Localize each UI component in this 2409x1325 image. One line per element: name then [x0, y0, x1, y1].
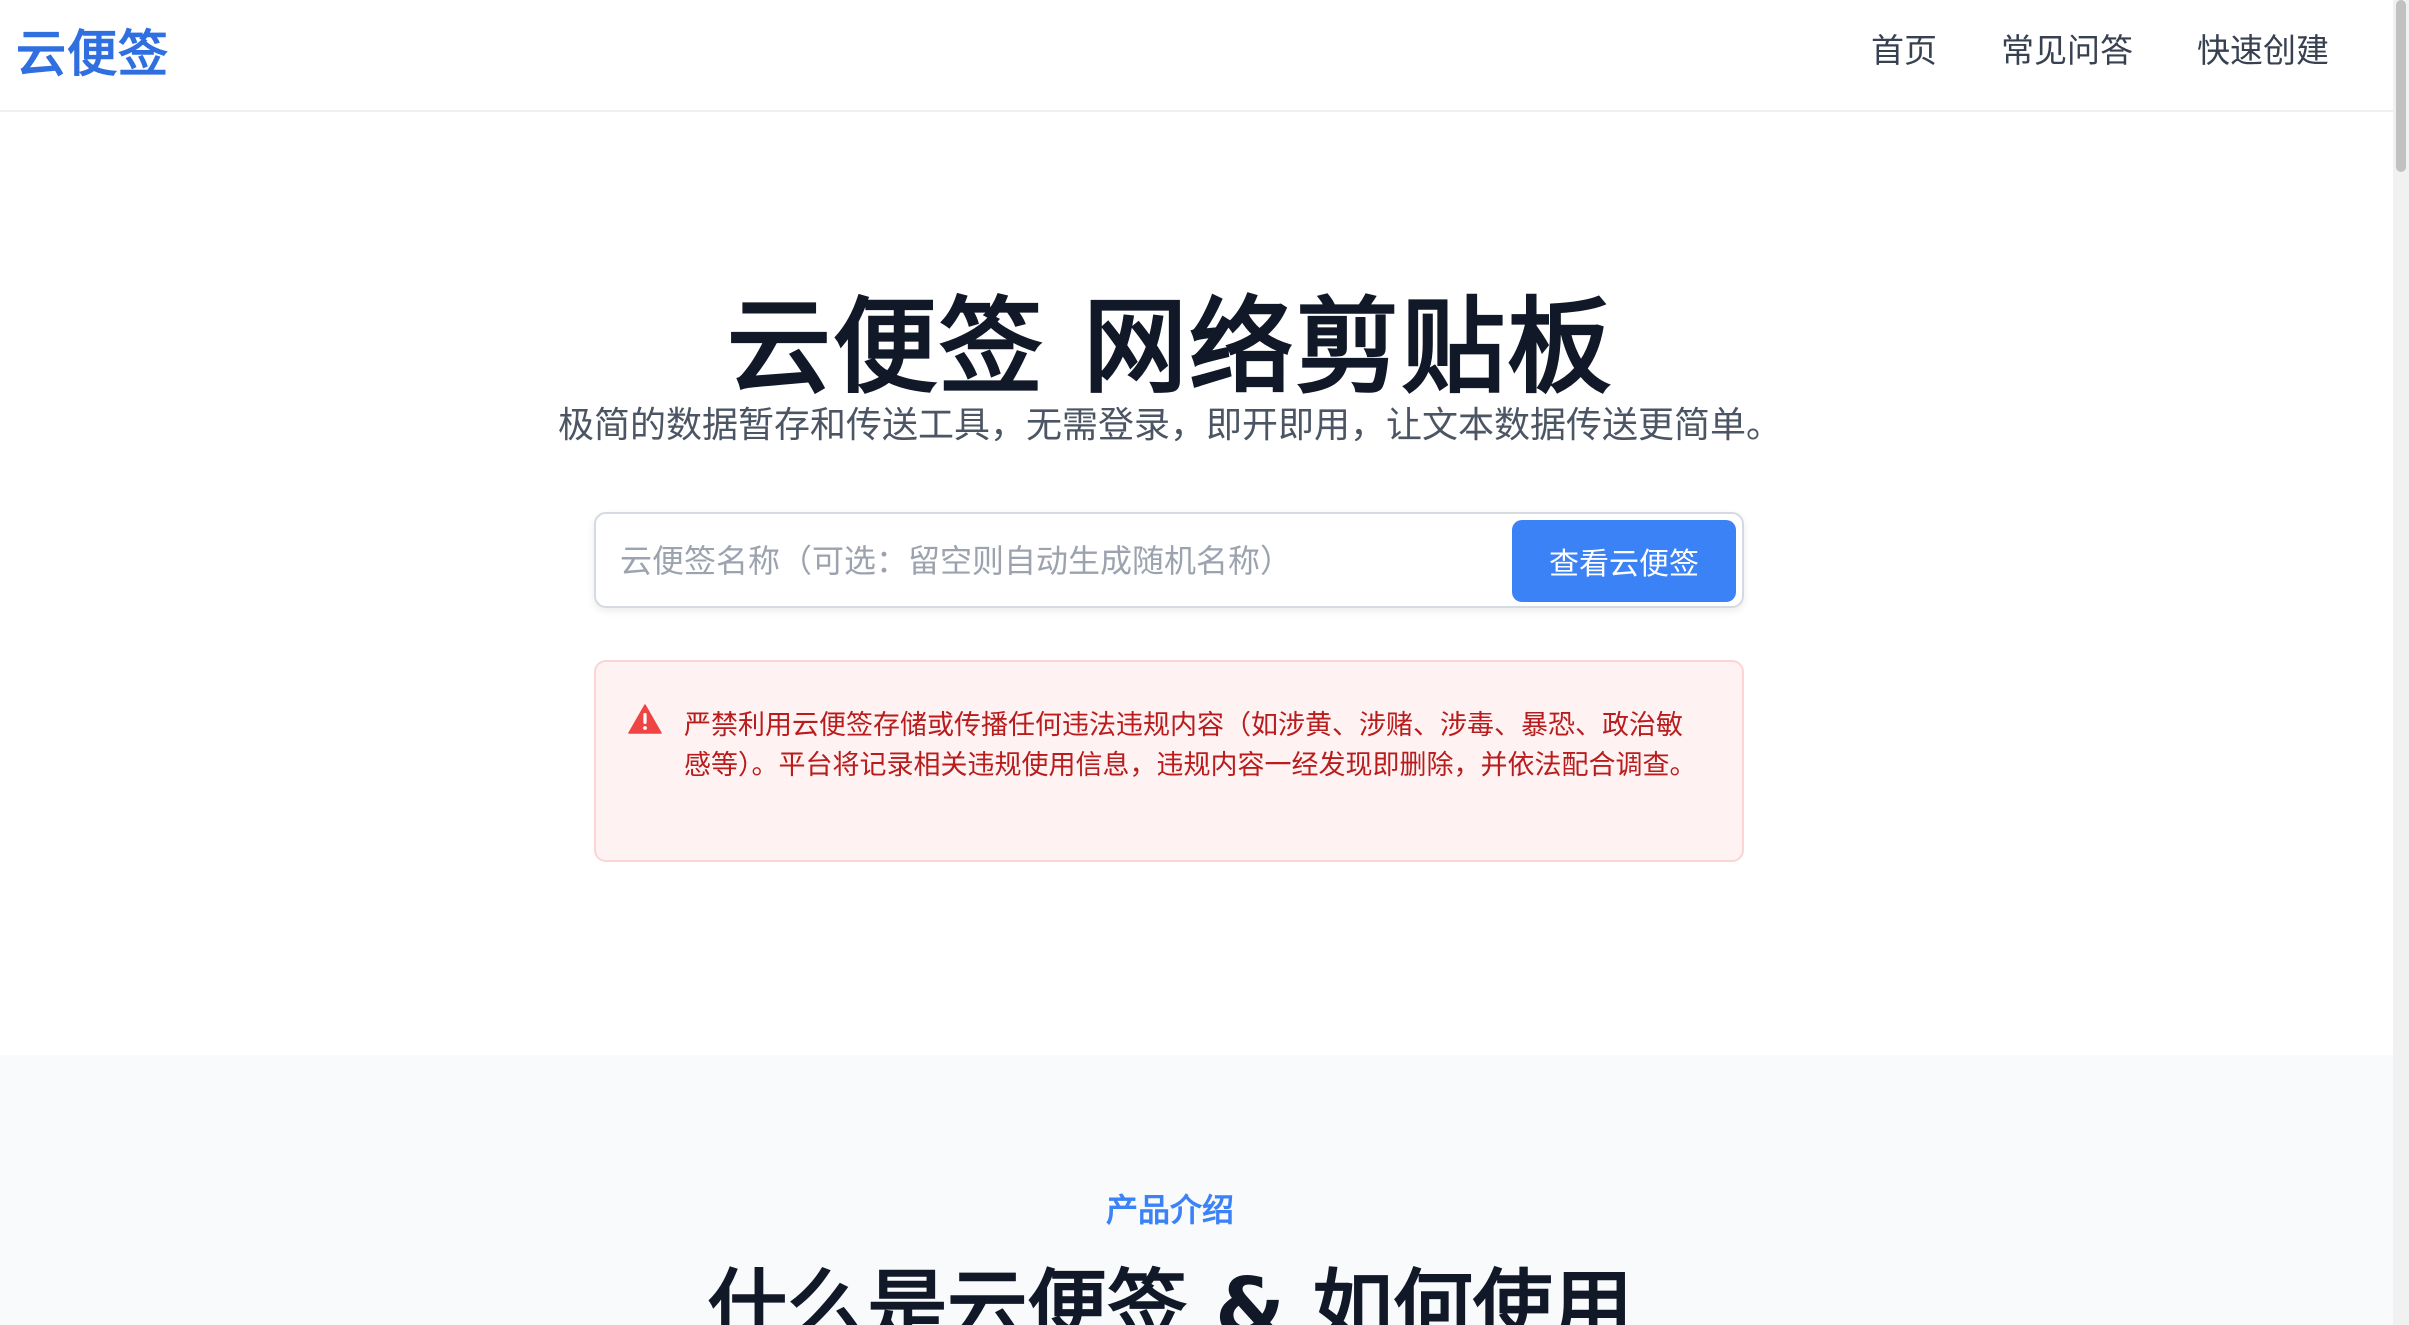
nav-home[interactable]: 首页 [1871, 24, 1937, 72]
note-name-input[interactable] [618, 524, 1482, 598]
intro-label: 产品介绍 [1105, 1191, 1234, 1229]
note-search-box: 查看云便签 [594, 512, 1744, 608]
nav-faq[interactable]: 常见问答 [2001, 24, 2133, 72]
nav-quick-create[interactable]: 快速创建 [2197, 24, 2329, 72]
hero-title: 云便签 网络剪贴板 [726, 286, 1614, 408]
warning-notice: 严禁利用云便签存储或传播任何违法违规内容（如涉黄、涉赌、涉毒、暴恐、政治敏感等）… [594, 660, 1744, 862]
product-intro-section: 产品介绍 什么是云便签 & 如何使用 [0, 1055, 2393, 1325]
hero-subtitle: 极简的数据暂存和传送工具，无需登录，即开即用，让文本数据传送更简单。 [557, 405, 1782, 446]
scrollbar-thumb[interactable] [2396, 0, 2406, 172]
main-nav: 首页 常见问答 快速创建 [1871, 24, 2329, 72]
warning-triangle-icon [628, 704, 662, 734]
brand-logo[interactable]: 云便签 [16, 14, 169, 86]
site-header: 云便签 首页 常见问答 快速创建 [0, 0, 2393, 112]
page: 云便签 首页 常见问答 快速创建 云便签 网络剪贴板 极简的数据暂存和传送工具，… [0, 0, 2393, 1325]
intro-title: 什么是云便签 & 如何使用 [707, 1261, 1633, 1325]
warning-text: 严禁利用云便签存储或传播任何违法违规内容（如涉黄、涉赌、涉毒、暴恐、政治敏感等）… [684, 710, 1697, 781]
view-note-button[interactable]: 查看云便签 [1512, 520, 1736, 602]
page-scrollbar[interactable] [2393, 0, 2409, 1325]
